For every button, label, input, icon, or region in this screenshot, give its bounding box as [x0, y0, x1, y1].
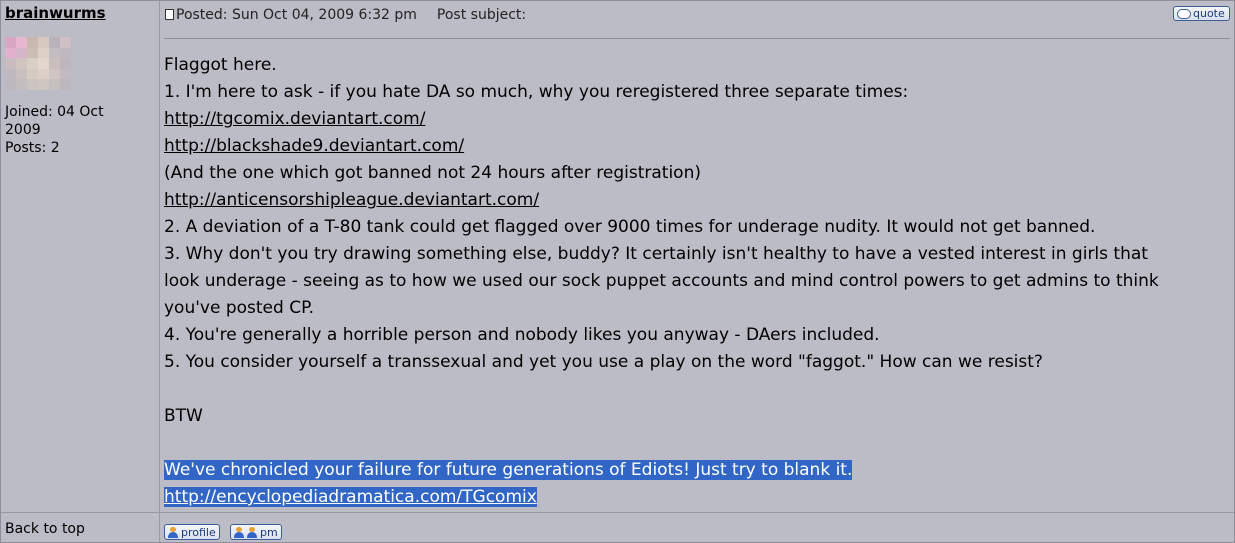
- body-line: look underage - seeing as to how we used…: [164, 268, 1230, 295]
- link-anticensorshipleague[interactable]: http://anticensorshipleague.deviantart.c…: [164, 190, 539, 210]
- body-line: 2. A deviation of a T-80 tank could get …: [164, 214, 1230, 241]
- avatar-pixel: [60, 47, 71, 59]
- profile-button-label: profile: [181, 525, 216, 539]
- body-line: http://tgcomix.deviantart.com/: [164, 106, 1230, 133]
- post-date: Posted: Sun Oct 04, 2009 6:32 pm: [176, 7, 417, 23]
- profile-button[interactable]: profile: [164, 524, 220, 540]
- pm-button-label: pm: [260, 525, 278, 539]
- avatar-pixel: [5, 47, 16, 59]
- post-header: Posted: Sun Oct 04, 2009 6:32 pm Post sub…: [165, 7, 526, 23]
- body-text: 2. A deviation of a T-80 tank could get …: [164, 217, 1096, 237]
- author-panel: brainwurms Joined: 04 Oct 2009 Posts: 2: [1, 1, 160, 512]
- body-text: 4. You're generally a horrible person an…: [164, 325, 880, 345]
- post-footer: Back to top profile pm: [1, 512, 1234, 542]
- avatar-pixel: [60, 37, 71, 48]
- avatar-pixel: [27, 58, 38, 69]
- footer-left: Back to top: [1, 513, 160, 542]
- body-text: BTW: [164, 406, 203, 426]
- avatar-pixel: [16, 79, 27, 90]
- avatar-pixel: [38, 58, 49, 69]
- quote-button-label: quote: [1193, 7, 1225, 20]
- author-username[interactable]: brainwurms: [5, 4, 106, 22]
- avatar-pixel: [16, 68, 27, 80]
- avatar: [5, 37, 71, 90]
- avatar-pixel: [27, 47, 38, 59]
- avatar-pixel: [27, 68, 38, 80]
- avatar-pixel: [5, 68, 16, 80]
- avatar-pixel: [16, 47, 27, 59]
- body-line: http://encyclopediadramatica.com/TGcomix: [164, 484, 1230, 511]
- avatar-pixel: [16, 37, 27, 48]
- link-tgcomix[interactable]: http://tgcomix.deviantart.com/: [164, 109, 425, 129]
- body-text: look underage - seeing as to how we used…: [164, 271, 1159, 291]
- body-line: 4. You're generally a horrible person an…: [164, 322, 1230, 349]
- post-body: Flaggot here. 1. I'm here to ask - if yo…: [164, 52, 1230, 511]
- avatar-pixel: [5, 79, 16, 90]
- body-line: BTW: [164, 403, 1230, 430]
- avatar-pixel: [5, 37, 16, 48]
- posts-count: Posts: 2: [5, 140, 60, 156]
- person-icon: [234, 526, 244, 538]
- body-text: (And the one which got banned not 24 hou…: [164, 163, 701, 183]
- body-line: http://blackshade9.deviantart.com/: [164, 133, 1230, 160]
- avatar-pixel: [60, 79, 71, 90]
- person-icon: [168, 526, 178, 538]
- body-line: 1. I'm here to ask - if you hate DA so m…: [164, 79, 1230, 106]
- avatar-pixel: [49, 79, 60, 90]
- avatar-pixel: [27, 37, 38, 48]
- body-line: http://anticensorshipleague.deviantart.c…: [164, 187, 1230, 214]
- body-text: Flaggot here.: [164, 55, 277, 75]
- avatar-pixel: [38, 79, 49, 90]
- avatar-pixel: [60, 68, 71, 80]
- joined-text: Joined: 04 Oct 2009: [5, 104, 104, 138]
- pm-button[interactable]: pm: [230, 524, 282, 540]
- back-to-top-link[interactable]: Back to top: [5, 521, 85, 537]
- avatar-pixel: [38, 37, 49, 48]
- speech-bubble-icon: [1177, 8, 1191, 19]
- avatar-pixel: [5, 58, 16, 69]
- avatar-pixel: [49, 68, 60, 80]
- link-encyclopediadramatica[interactable]: http://encyclopediadramatica.com/TGcomix: [164, 487, 537, 507]
- body-line: We've chronicled your failure for future…: [164, 457, 1230, 484]
- link-blackshade9[interactable]: http://blackshade9.deviantart.com/: [164, 136, 464, 156]
- avatar-pixel: [16, 58, 27, 69]
- author-joined: Joined: 04 Oct 2009 Posts: 2: [5, 103, 155, 157]
- body-text: 5. You consider yourself a transsexual a…: [164, 352, 1043, 372]
- body-line: (And the one which got banned not 24 hou…: [164, 160, 1230, 187]
- avatar-pixel: [60, 58, 71, 69]
- post-subject-label: Post subject:: [436, 7, 527, 23]
- body-line: 5. You consider yourself a transsexual a…: [164, 349, 1230, 376]
- avatar-pixel: [49, 47, 60, 59]
- quote-button[interactable]: quote: [1173, 6, 1230, 21]
- body-text: you've posted CP.: [164, 298, 315, 318]
- body-line: you've posted CP.: [164, 295, 1230, 322]
- post-document-icon: [165, 9, 174, 20]
- avatar-pixel: [49, 37, 60, 48]
- selected-text: We've chronicled your failure for future…: [164, 460, 853, 480]
- avatar-pixel: [38, 68, 49, 80]
- avatar-pixel: [27, 79, 38, 90]
- post-panel: Posted: Sun Oct 04, 2009 6:32 pm Post sub…: [161, 1, 1234, 512]
- body-text: 3. Why don't you try drawing something e…: [164, 244, 1148, 264]
- header-divider: [164, 38, 1230, 39]
- person-icon: [247, 526, 257, 538]
- body-line: Flaggot here.: [164, 52, 1230, 79]
- avatar-pixel: [38, 47, 49, 59]
- body-text: 1. I'm here to ask - if you hate DA so m…: [164, 82, 909, 102]
- avatar-pixel: [49, 58, 60, 69]
- forum-post: brainwurms Joined: 04 Oct 2009 Posts: 2 …: [0, 0, 1235, 543]
- body-line: 3. Why don't you try drawing something e…: [164, 241, 1230, 268]
